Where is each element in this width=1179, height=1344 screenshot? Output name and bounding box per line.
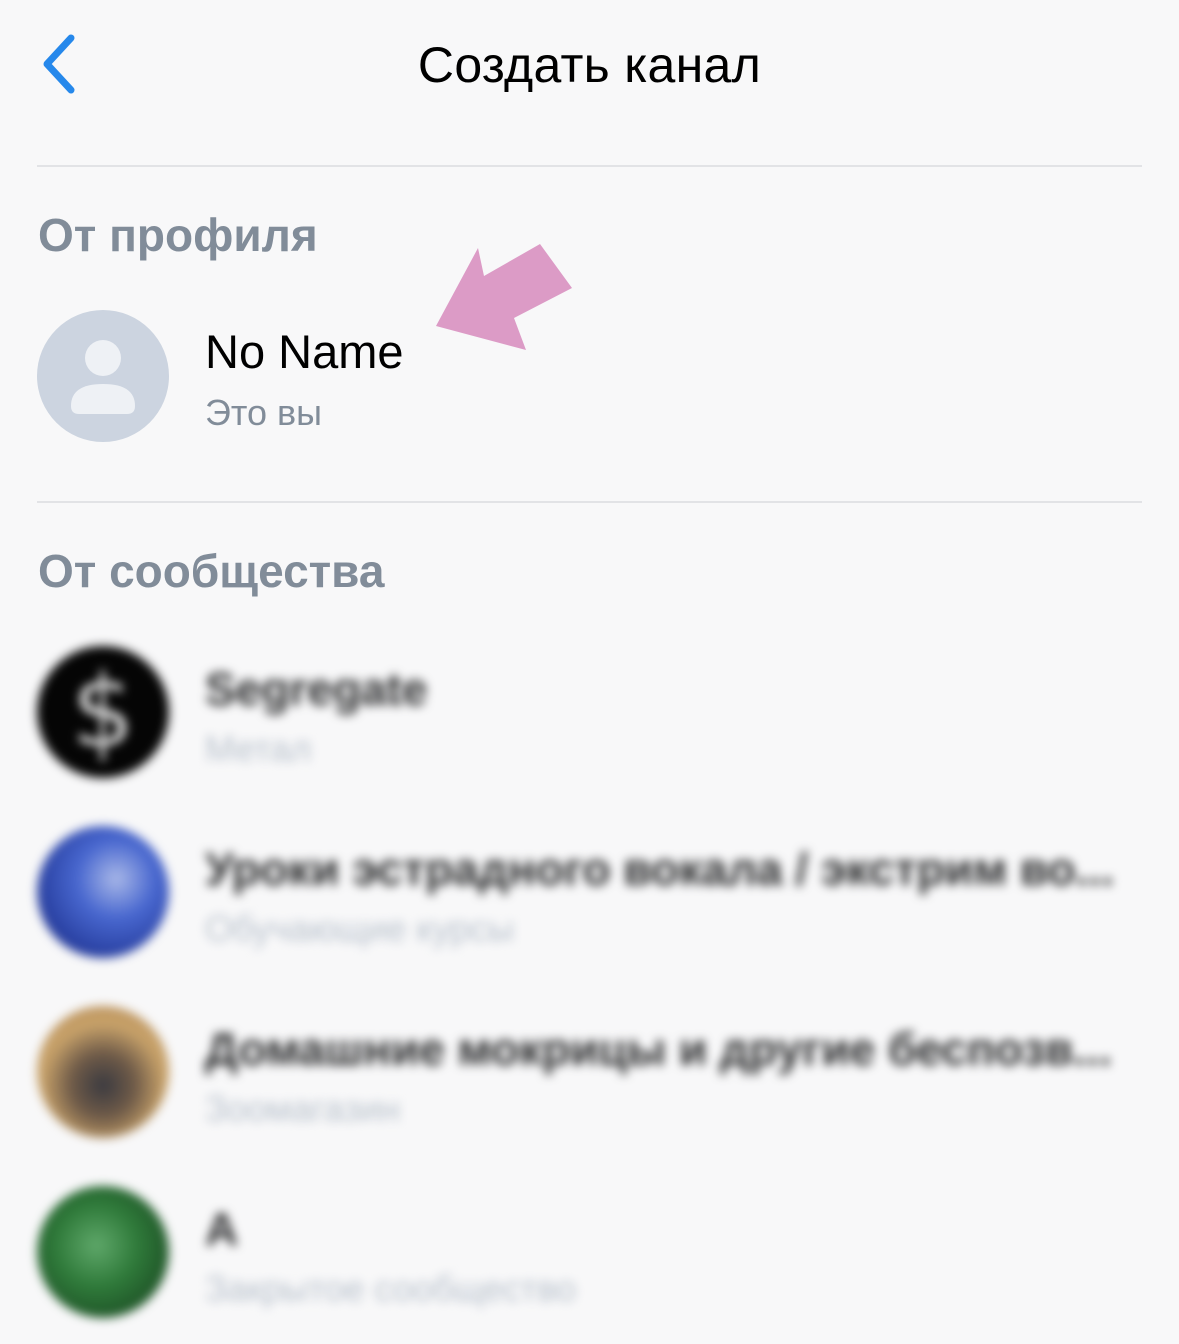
nav-bar: Создать канал — [0, 0, 1179, 130]
divider — [37, 501, 1142, 503]
community-row[interactable]: Уроки эстрадного вокала / экстрим во... … — [0, 820, 1179, 970]
community-avatar — [37, 1006, 169, 1138]
user-placeholder-icon — [71, 340, 135, 414]
community-avatar — [37, 1186, 169, 1318]
section-header-profile: От профиля — [38, 209, 318, 261]
community-subtitle: Зоомагазин — [205, 1088, 401, 1129]
community-row[interactable]: A Закрытое сообщество — [0, 1180, 1179, 1330]
section-header-community: От сообщества — [38, 545, 385, 597]
community-subtitle: Обучающие курсы — [205, 908, 515, 949]
community-avatar: $ — [37, 646, 169, 778]
divider — [37, 165, 1142, 167]
community-row[interactable]: Домашние мокрицы и другие беспозв... Зоо… — [0, 1000, 1179, 1150]
community-name: Segregate — [205, 663, 428, 715]
svg-text:$: $ — [71, 653, 135, 770]
dollar-logo-icon: $ — [71, 653, 135, 770]
community-name: Домашние мокрицы и другие беспозв... — [205, 1023, 1112, 1075]
community-row[interactable]: $ Segregate Метал — [0, 640, 1179, 790]
pointer-arrow-icon — [436, 244, 572, 350]
page-title: Создать канал — [417, 37, 762, 93]
community-subtitle: Закрытое сообщество — [205, 1268, 577, 1309]
avatar — [37, 310, 169, 442]
create-channel-screen: Создать канал От профиля No Name Это вы … — [0, 0, 1179, 1344]
community-avatar — [37, 826, 169, 958]
profile-subtitle: Это вы — [205, 392, 322, 433]
community-name: A — [205, 1203, 239, 1255]
community-name: Уроки эстрадного вокала / экстрим во... — [205, 843, 1114, 895]
profile-name: No Name — [205, 325, 404, 378]
community-subtitle: Метал — [205, 728, 312, 769]
